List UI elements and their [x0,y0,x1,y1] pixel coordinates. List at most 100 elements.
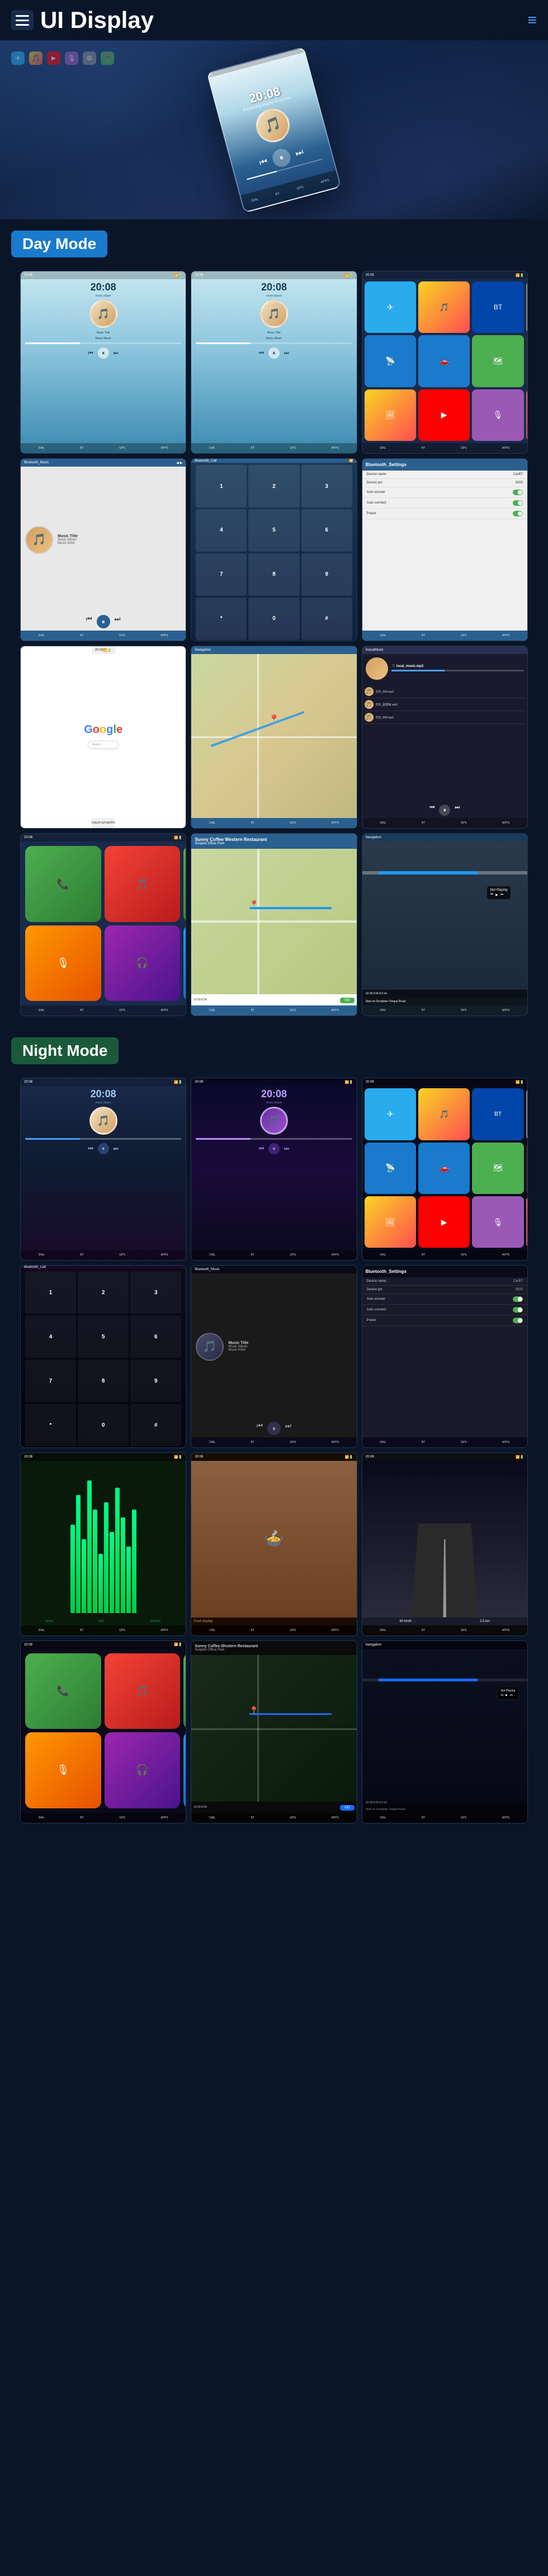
ios-app-podcast2[interactable]: 🎧 [105,925,181,1002]
night-eq-nav-dial[interactable]: DIAL [39,1629,45,1632]
google-nav-apps[interactable]: APPS [107,821,115,825]
nav-nav-dial[interactable]: DIAL [380,1009,386,1012]
bt-play[interactable]: ⏸ [97,615,110,628]
settings-nav-dial[interactable]: DIAL [380,634,386,637]
social-nav-gps[interactable]: GPS [461,821,467,825]
bt-prev[interactable]: ⏮ [86,615,92,628]
night-app-youtube[interactable]: ▶ [418,1196,470,1248]
night-nav-media-play[interactable]: ▶ [506,1694,508,1697]
night-ios-app-phone[interactable]: 📞 [25,1653,101,1729]
night-app-camera[interactable]: 📷 [526,1143,527,1194]
night-toggle-connect[interactable] [513,1307,523,1313]
social-track-2[interactable]: 🎵 华乐_别想她.mp3 [365,698,525,711]
night-app-music[interactable]: 🎵 [418,1088,470,1140]
night-play-btn-2[interactable]: ⏸ [268,1143,280,1154]
ios-nav-apps[interactable]: APPS [160,1009,168,1012]
night-eq-nav-bt[interactable]: BT [80,1629,83,1632]
prev-btn-2[interactable]: ⏮ [259,350,264,356]
night-nav-nav-dial[interactable]: DIAL [380,1816,386,1820]
night-dial-2[interactable]: 2 [78,1271,129,1314]
app-photos[interactable]: 🖼 [365,389,416,441]
night-road-nav-bt[interactable]: BT [422,1629,425,1632]
night-nav-media-next[interactable]: ⏭ [510,1694,513,1697]
night-ios-app-news[interactable]: 📰 [183,1732,186,1808]
nav-nav-bt[interactable]: BT [422,1009,425,1012]
dial-1[interactable]: 1 [196,465,247,507]
nav-gps-1[interactable]: GPS [119,446,125,450]
google-nav-gps[interactable]: GPS [101,821,107,825]
next-btn-2[interactable]: ⏭ [284,350,289,356]
hero-nav-bt[interactable]: BT [275,192,280,196]
social-nav-bt[interactable]: BT [422,821,425,825]
nav-media-next[interactable]: ⏭ [500,893,503,897]
ios-nav-gps[interactable]: GPS [119,1009,125,1012]
dial-hash[interactable]: # [301,598,352,640]
night-appgrid-nav-dial[interactable]: DIAL [380,1253,386,1257]
coffee-nav-apps[interactable]: APPS [332,1009,339,1012]
bt-nav-bt[interactable]: BT [80,634,83,637]
night-dial-hash[interactable]: # [130,1404,181,1446]
toggle-connect[interactable] [513,500,523,506]
nav-bt-3[interactable]: BT [422,446,425,450]
map-nav-bt[interactable]: BT [251,821,254,825]
night-app-podcast[interactable]: 🎙 [472,1196,523,1248]
night-nav-nav-apps[interactable]: APPS [502,1816,509,1820]
dial-6[interactable]: 6 [301,509,352,552]
night-prev-btn-2[interactable]: ⏮ [259,1146,264,1152]
prev-btn-1[interactable]: ⏮ [88,350,93,356]
dial-9[interactable]: 9 [301,553,352,596]
bt-next[interactable]: ⏭ [115,615,121,628]
coffee-nav-bt[interactable]: BT [251,1009,254,1012]
bt-nav-gps[interactable]: GPS [119,634,125,637]
nav-apps-3[interactable]: APPS [502,446,509,450]
night-bt-play[interactable]: ⏸ [267,1422,281,1435]
night-app-photos[interactable]: 🖼 [365,1196,416,1248]
night-ios-app-music[interactable]: 🎵 [105,1653,181,1729]
night-nav-apps-2[interactable]: APPS [332,1253,339,1257]
ios-app-messages[interactable]: 💬 [183,846,186,922]
night-app-wifi[interactable]: 📡 [365,1143,416,1194]
nav-nav-apps[interactable]: APPS [502,1009,509,1012]
toggle-answer[interactable] [513,490,523,495]
night-nav-media-prev[interactable]: ⏮ [501,1694,504,1697]
night-next-btn-2[interactable]: ⏭ [284,1146,289,1152]
nav-gps-2[interactable]: GPS [290,446,296,450]
app-music[interactable]: 🎵 [418,281,470,333]
map-nav-gps[interactable]: GPS [290,821,296,825]
night-food-nav-bt[interactable]: BT [251,1629,254,1632]
night-coffee-nav-gps[interactable]: GPS [290,1816,296,1820]
nav-bt-2[interactable]: BT [251,446,254,450]
night-setting-value-name[interactable]: CarBT [513,1280,523,1283]
night-bt-nav-apps[interactable]: APPS [332,1441,339,1444]
night-appgrid-nav-apps[interactable]: APPS [502,1253,509,1257]
night-road-nav-gps[interactable]: GPS [461,1629,467,1632]
night-bt-next[interactable]: ⏭ [285,1422,291,1435]
app-carplay[interactable]: 🚗 [418,335,470,387]
app-settings[interactable]: ⚙ [526,281,527,333]
ios-nav-dial[interactable]: DIAL [39,1009,45,1012]
night-nav-dial-1[interactable]: DIAL [39,1253,45,1257]
nav-nav-gps[interactable]: GPS [461,1009,467,1012]
settings-nav-bt[interactable]: BT [422,634,425,637]
night-play-btn-1[interactable]: ⏸ [98,1143,109,1154]
ios-app-news[interactable]: 📰 [183,925,186,1002]
map-nav-dial[interactable]: DIAL [209,821,215,825]
dial-8[interactable]: 8 [248,553,299,596]
night-app-maps[interactable]: 🗺 [472,1143,523,1194]
night-dial-4[interactable]: 4 [25,1315,76,1358]
night-dial-7[interactable]: 7 [25,1360,76,1402]
social-track-3[interactable]: 🎵 华乐_999.mp3 [365,711,525,724]
hero-next-button[interactable]: ⏭ [294,147,305,159]
ios-app-music[interactable]: 🎵 [105,846,181,922]
app-podcast[interactable]: 🎙 [472,389,523,441]
dial-7[interactable]: 7 [196,553,247,596]
social-track-1[interactable]: 🎵 华乐_000.mp3 [365,685,525,698]
night-coffee-go-button[interactable]: GO [340,1805,354,1811]
nav-media-prev[interactable]: ⏮ [490,893,493,897]
ios-app-podcast[interactable]: 🎙 [25,925,101,1002]
night-bt-nav-gps[interactable]: GPS [290,1441,296,1444]
nav-dial-2[interactable]: DIAL [209,446,215,450]
settings-nav-gps[interactable]: GPS [461,634,467,637]
night-app-carplay[interactable]: 🚗 [418,1143,470,1194]
nav-media-play[interactable]: ▶ [495,893,498,897]
